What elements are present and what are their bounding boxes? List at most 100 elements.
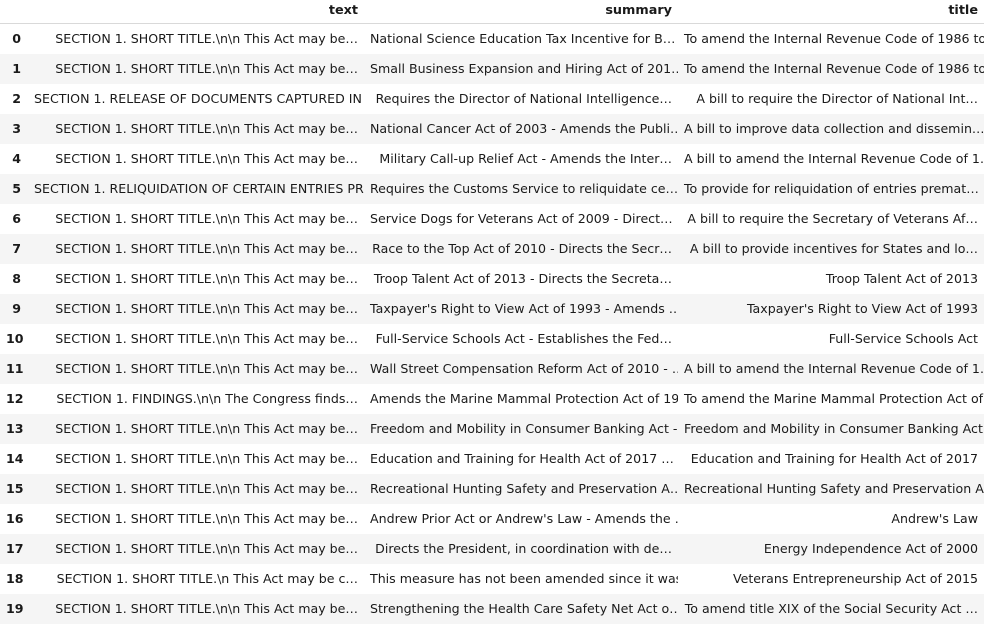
cell-title: To amend the Internal Revenue Code of 19… xyxy=(684,61,984,76)
row-index-cell: 13 xyxy=(6,421,24,436)
table-row[interactable]: 5 SECTION 1. RELIQUIDATION OF CERTAIN ENT… xyxy=(0,173,984,204)
cell-title: To amend the Marine Mammal Protection Ac… xyxy=(684,391,984,406)
table-row[interactable]: 17 SECTION 1. SHORT TITLE.\n\n This Act m… xyxy=(0,533,984,564)
cell-text: SECTION 1. SHORT TITLE.\n\n This Act may… xyxy=(55,541,358,556)
table-row[interactable]: 1 SECTION 1. SHORT TITLE.\n\n This Act ma… xyxy=(0,53,984,84)
row-index-cell: 14 xyxy=(6,451,24,466)
cell-summary: Full-Service Schools Act - Establishes t… xyxy=(375,331,672,346)
cell-title: To amend title XIX of the Social Securit… xyxy=(684,601,978,616)
row-index-cell: 5 xyxy=(12,181,21,196)
cell-title: To provide for reliquidation of entries … xyxy=(684,181,979,196)
cell-title: A bill to improve data collection and di… xyxy=(684,121,984,136)
cell-summary: Directs the President, in coordination w… xyxy=(375,541,672,556)
cell-summary: Amends the Marine Mammal Protection Act … xyxy=(370,391,678,406)
cell-text: SECTION 1. SHORT TITLE.\n\n This Act may… xyxy=(55,121,358,136)
table-row[interactable]: 7 SECTION 1. SHORT TITLE.\n\n This Act ma… xyxy=(0,233,984,264)
row-index-cell: 0 xyxy=(12,31,21,47)
cell-title: A bill to amend the Internal Revenue Cod… xyxy=(684,361,984,376)
cell-text: SECTION 1. SHORT TITLE.\n\n This Act may… xyxy=(55,151,358,166)
cell-summary: Service Dogs for Veterans Act of 2009 - … xyxy=(370,211,673,226)
cell-title: Taxpayer's Right to View Act of 1993 xyxy=(746,301,978,316)
cell-text: SECTION 1. SHORT TITLE.\n\n This Act may… xyxy=(55,601,358,616)
cell-title: Full-Service Schools Act xyxy=(828,331,978,346)
row-index-cell: 3 xyxy=(12,121,21,136)
row-index-cell: 16 xyxy=(6,511,24,526)
cell-title: Veterans Entrepreneurship Act of 2015 xyxy=(732,571,978,586)
table-row[interactable]: 9 SECTION 1. SHORT TITLE.\n\n This Act ma… xyxy=(0,293,984,324)
table-row[interactable]: 6 SECTION 1. SHORT TITLE.\n\n This Act ma… xyxy=(0,203,984,234)
header-row: text summary title xyxy=(0,0,984,24)
cell-text: SECTION 1. RELEASE OF DOCUMENTS CAPTURED… xyxy=(34,91,364,106)
cell-summary: Education and Training for Health Act of… xyxy=(370,451,674,466)
row-index-cell: 7 xyxy=(12,241,21,256)
cell-title: A bill to require the Secretary of Veter… xyxy=(687,211,978,226)
cell-title: A bill to provide incentives for States … xyxy=(689,241,978,256)
cell-title: Education and Training for Health Act of… xyxy=(690,451,978,466)
cell-title: To amend the Internal Revenue Code of 19… xyxy=(684,31,984,47)
row-index-cell: 17 xyxy=(6,541,24,556)
cell-summary: Freedom and Mobility in Consumer Banking… xyxy=(370,421,678,436)
cell-text: SECTION 1. SHORT TITLE.\n\n This Act may… xyxy=(55,61,358,76)
dataframe-table: text summary title 0 SECTION 1. SHORT TIT… xyxy=(0,0,984,624)
cell-summary: National Science Education Tax Incentive… xyxy=(370,31,676,47)
table-row[interactable]: 19 SECTION 1. SHORT TITLE.\n\n This Act m… xyxy=(0,593,984,624)
column-header-summary[interactable]: summary xyxy=(364,0,678,24)
cell-text: SECTION 1. SHORT TITLE.\n\n This Act may… xyxy=(55,481,358,496)
cell-text: SECTION 1. SHORT TITLE.\n\n This Act may… xyxy=(55,211,358,226)
table-row[interactable]: 14 SECTION 1. SHORT TITLE.\n\n This Act m… xyxy=(0,443,984,474)
cell-summary: Requires the Director of National Intell… xyxy=(375,91,672,106)
table-row[interactable]: 16 SECTION 1. SHORT TITLE.\n\n This Act m… xyxy=(0,503,984,534)
index-column-header xyxy=(0,0,28,24)
cell-summary: Andrew Prior Act or Andrew's Law - Amend… xyxy=(370,511,678,526)
table-header: text summary title xyxy=(0,0,984,24)
cell-text: SECTION 1. FINDINGS.\n\n The Congress fi… xyxy=(56,391,358,406)
cell-summary: Race to the Top Act of 2010 - Directs th… xyxy=(372,241,672,256)
row-index-cell: 2 xyxy=(12,91,21,106)
row-index-cell: 6 xyxy=(12,211,21,226)
cell-summary: Troop Talent Act of 2013 - Directs the S… xyxy=(373,271,672,286)
cell-text: SECTION 1. SHORT TITLE.\n\n This Act may… xyxy=(55,421,358,436)
table-row[interactable]: 3 SECTION 1. SHORT TITLE.\n\n This Act ma… xyxy=(0,113,984,144)
cell-text: SECTION 1. SHORT TITLE.\n\n This Act may… xyxy=(55,361,358,376)
cell-text: SECTION 1. SHORT TITLE.\n\n This Act may… xyxy=(55,511,358,526)
table-row[interactable]: 15 SECTION 1. SHORT TITLE.\n\n This Act m… xyxy=(0,473,984,504)
cell-summary: Requires the Customs Service to reliquid… xyxy=(370,181,678,196)
cell-title: Freedom and Mobility in Consumer Banking… xyxy=(684,421,983,436)
cell-title: A bill to amend the Internal Revenue Cod… xyxy=(684,151,984,166)
cell-summary: Small Business Expansion and Hiring Act … xyxy=(370,61,678,76)
cell-summary: Military Call-up Relief Act - Amends the… xyxy=(379,151,672,166)
table-row[interactable]: 4 SECTION 1. SHORT TITLE.\n\n This Act ma… xyxy=(0,143,984,174)
cell-title: Energy Independence Act of 2000 xyxy=(763,541,978,556)
row-index-cell: 4 xyxy=(12,151,21,166)
table-row[interactable]: 8 SECTION 1. SHORT TITLE.\n\n This Act ma… xyxy=(0,263,984,294)
table-body: 0 SECTION 1. SHORT TITLE.\n\n This Act ma… xyxy=(0,23,984,624)
cell-text: SECTION 1. RELIQUIDATION OF CERTAIN ENTR… xyxy=(34,181,364,196)
table-row[interactable]: 18 SECTION 1. SHORT TITLE.\n This Act may… xyxy=(0,563,984,594)
row-index-cell: 18 xyxy=(6,571,24,586)
row-index-cell: 12 xyxy=(6,391,24,406)
dataframe-container: text summary title 0 SECTION 1. SHORT TIT… xyxy=(0,0,996,630)
column-header-text[interactable]: text xyxy=(28,0,364,24)
cell-title: Troop Talent Act of 2013 xyxy=(825,271,978,286)
cell-title: Recreational Hunting Safety and Preserva… xyxy=(684,481,984,496)
cell-summary: National Cancer Act of 2003 - Amends the… xyxy=(370,121,678,136)
cell-text: SECTION 1. SHORT TITLE.\n\n This Act may… xyxy=(55,301,358,316)
row-index-cell: 1 xyxy=(12,61,21,76)
row-index-cell: 9 xyxy=(12,301,21,316)
table-row[interactable]: 11 SECTION 1. SHORT TITLE.\n\n This Act m… xyxy=(0,353,984,384)
table-row[interactable]: 2 SECTION 1. RELEASE OF DOCUMENTS CAPTURE… xyxy=(0,83,984,114)
table-row[interactable]: 13 SECTION 1. SHORT TITLE.\n\n This Act m… xyxy=(0,413,984,444)
cell-title: A bill to require the Director of Nation… xyxy=(696,91,978,106)
table-row[interactable]: 0 SECTION 1. SHORT TITLE.\n\n This Act ma… xyxy=(0,23,984,54)
table-row[interactable]: 12 SECTION 1. FINDINGS.\n\n The Congress … xyxy=(0,383,984,414)
row-index-cell: 8 xyxy=(12,271,21,286)
cell-summary: Wall Street Compensation Reform Act of 2… xyxy=(370,361,678,376)
cell-text: SECTION 1. SHORT TITLE.\n\n This Act may… xyxy=(55,331,358,346)
column-header-title[interactable]: title xyxy=(678,0,984,24)
row-index-cell: 19 xyxy=(6,601,24,616)
row-index-cell: 15 xyxy=(6,481,24,496)
cell-title: Andrew's Law xyxy=(891,511,978,526)
cell-text: SECTION 1. SHORT TITLE.\n\n This Act may… xyxy=(55,271,358,286)
table-row[interactable]: 10 SECTION 1. SHORT TITLE.\n\n This Act m… xyxy=(0,323,984,354)
cell-summary: Recreational Hunting Safety and Preserva… xyxy=(370,481,678,496)
